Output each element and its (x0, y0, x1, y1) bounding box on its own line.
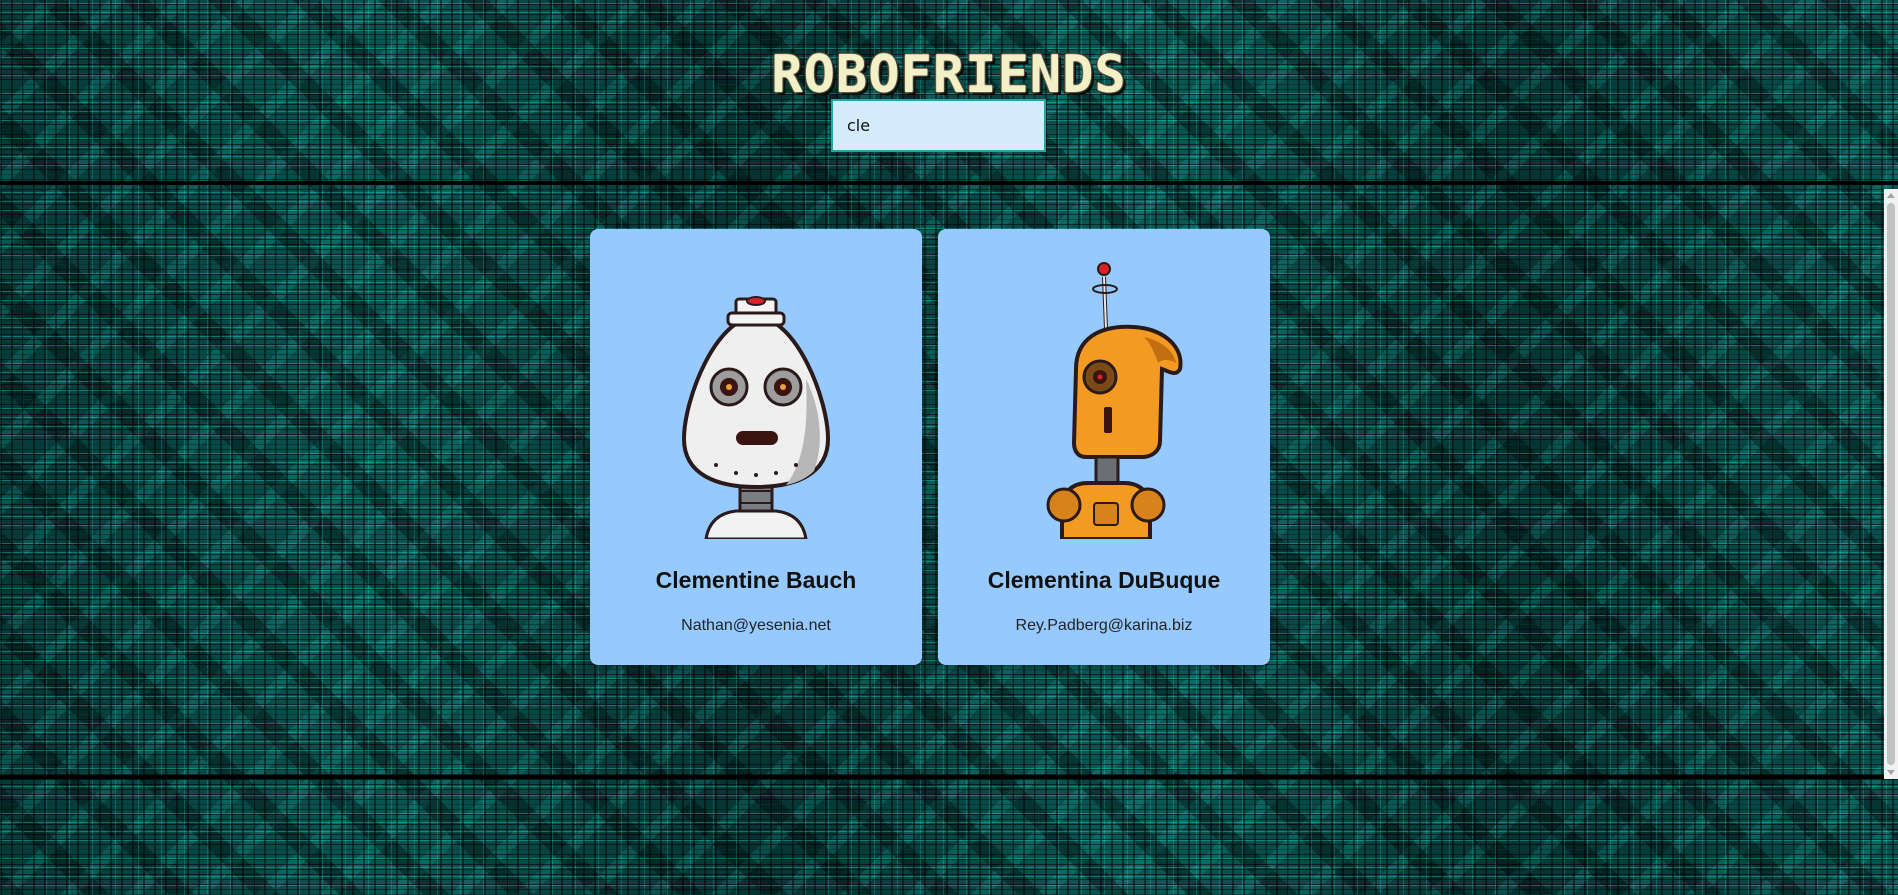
robot-card[interactable]: Clementina DuBuque Rey.Padberg@karina.bi… (938, 229, 1270, 665)
scrollbar-thumb[interactable] (1887, 203, 1895, 765)
page-title: ROBOFRIENDS (770, 43, 1127, 106)
robot-email: Rey.Padberg@karina.biz (1015, 617, 1193, 634)
robot-avatar-image (1046, 262, 1183, 539)
robot-name: Clementina DuBuque (987, 567, 1221, 593)
robot-avatar-image (681, 296, 831, 539)
scroll-down-arrow-icon[interactable] (1887, 770, 1895, 775)
vertical-scrollbar[interactable] (1884, 189, 1898, 779)
search-input[interactable] (831, 99, 1046, 152)
robot-card[interactable]: Clementine Bauch Nathan@yesenia.net (590, 229, 922, 665)
search-box (831, 99, 1046, 152)
robot-name: Clementine Bauch (655, 567, 857, 593)
robot-list-scroll-area[interactable]: Clementine Bauch Nathan@yesenia.net Clem… (0, 181, 1898, 779)
robot-email: Nathan@yesenia.net (681, 617, 831, 634)
scroll-up-arrow-icon[interactable] (1887, 193, 1895, 198)
